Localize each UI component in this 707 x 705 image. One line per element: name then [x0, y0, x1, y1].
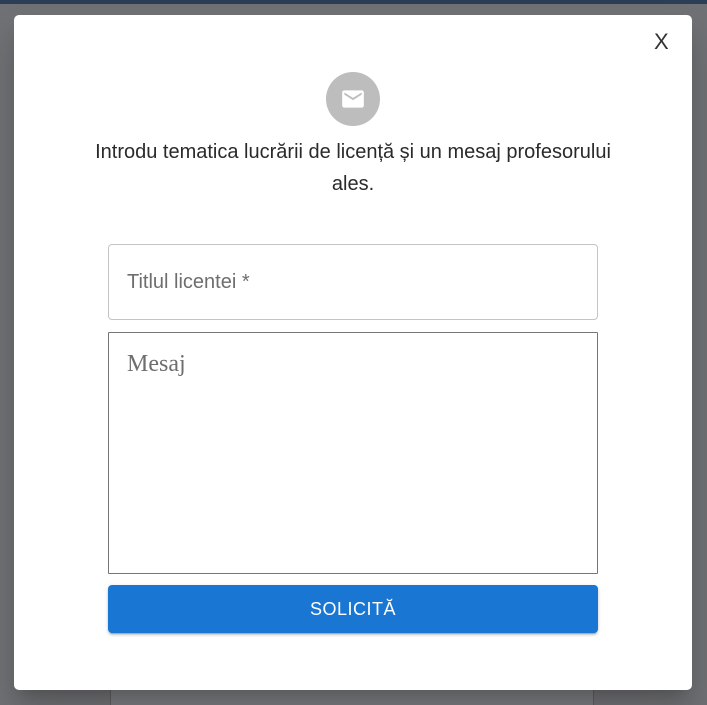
request-dialog: X Introdu tematica lucrării de licență ș…	[14, 15, 692, 690]
intro-text: Introdu tematica lucrării de licență și …	[95, 141, 611, 195]
message-textarea[interactable]	[109, 333, 597, 573]
backdrop-app-bar	[0, 0, 707, 4]
thesis-title-field	[108, 244, 598, 320]
avatar	[326, 72, 380, 126]
thesis-title-input[interactable]	[109, 245, 597, 319]
submit-button[interactable]: SOLICITĂ	[108, 585, 598, 633]
mail-icon	[342, 90, 364, 108]
close-button[interactable]: X	[654, 29, 669, 55]
message-field	[108, 332, 598, 574]
